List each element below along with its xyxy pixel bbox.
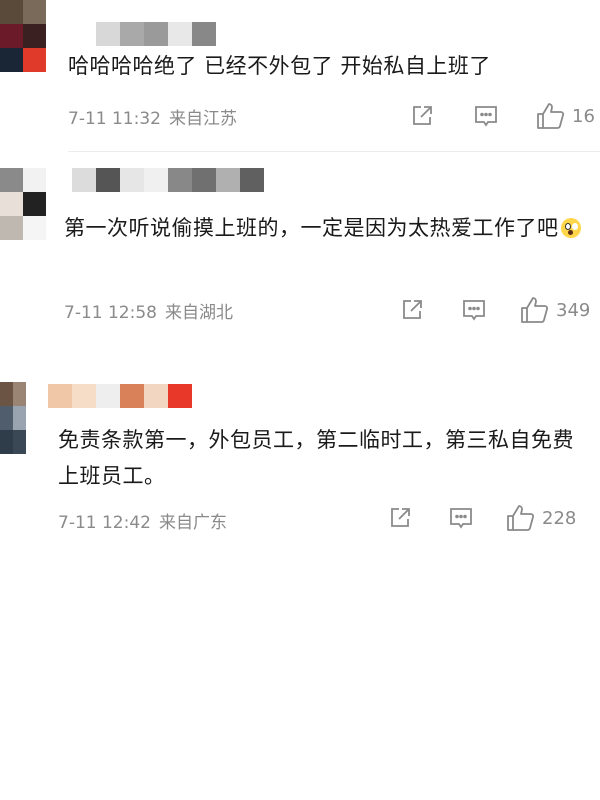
avatar[interactable] — [0, 0, 46, 72]
username-mosaic[interactable] — [48, 384, 192, 408]
username-pixel — [192, 168, 216, 192]
username-mosaic[interactable] — [72, 168, 264, 192]
comment-time: 7-11 11:32 — [68, 109, 161, 129]
username-pixel — [144, 168, 168, 192]
username-pixel — [168, 384, 192, 408]
username-pixel — [240, 168, 264, 192]
avatar-pixel — [0, 216, 23, 240]
comment-time: 7-11 12:58 — [64, 303, 157, 323]
username-pixel — [72, 168, 96, 192]
comment-reply-button[interactable] — [448, 506, 474, 530]
avatar[interactable] — [0, 382, 26, 454]
comment-text: 哈哈哈哈绝了 已经不外包了 开始私自上班了 — [68, 54, 491, 78]
username-pixel — [216, 168, 240, 192]
avatar-pixel — [13, 406, 26, 430]
avatar-pixel — [23, 168, 46, 192]
share-icon — [413, 106, 432, 125]
comment-item: 免责条款第一，外包员工，第二临时工，第三私自免费上班员工。 7-11 12:42… — [0, 362, 600, 562]
like-count: 349 — [556, 299, 591, 321]
username-mosaic[interactable] — [96, 22, 216, 46]
comment-icon — [463, 300, 485, 321]
avatar-pixel — [23, 48, 46, 72]
avatar-pixel — [0, 406, 13, 430]
avatar-pixel — [23, 24, 46, 48]
comment-location: 来自广东 — [158, 513, 227, 533]
comment-location: 来自湖北 — [164, 303, 233, 323]
comment-text-content: 第一次听说偷摸上班的，一定是因为太热爱工作了吧 — [64, 216, 559, 240]
comment-meta: 7-11 11:32 来自江苏 — [68, 104, 237, 129]
like-button[interactable]: 16 — [536, 102, 595, 130]
thumbs-up-icon — [537, 103, 565, 129]
username-pixel — [144, 22, 168, 46]
share-button[interactable] — [400, 298, 424, 322]
like-button[interactable]: 228 — [506, 504, 576, 532]
username-pixel — [120, 168, 144, 192]
astonished-face-icon — [560, 218, 581, 238]
comment-text: 免责条款第一，外包员工，第二临时工，第三私自免费上班员工。 — [58, 428, 574, 488]
username-pixel — [48, 384, 72, 408]
comment-reply-button[interactable] — [461, 298, 487, 322]
comment-item: 哈哈哈哈绝了 已经不外包了 开始私自上班了 7-11 11:32 来自江苏 16 — [0, 0, 600, 150]
avatar-pixel — [0, 382, 13, 406]
username-pixel — [168, 22, 192, 46]
avatar-pixel — [23, 216, 46, 240]
comment-item: 第一次听说偷摸上班的，一定是因为太热爱工作了吧 7-11 12:58 来自湖北 3… — [0, 152, 600, 362]
avatar-pixel — [0, 168, 23, 192]
comment-text: 第一次听说偷摸上班的，一定是因为太热爱工作了吧 — [64, 210, 588, 246]
avatar-pixel — [23, 192, 46, 216]
share-button[interactable] — [410, 104, 434, 128]
comment-meta: 7-11 12:42 来自广东 — [58, 508, 227, 533]
like-count: 228 — [542, 507, 577, 529]
comment-icon — [450, 508, 472, 529]
avatar-pixel — [13, 382, 26, 406]
username-pixel — [96, 384, 120, 408]
share-icon — [403, 300, 422, 319]
username-pixel — [168, 168, 192, 192]
comment-icon — [475, 106, 497, 127]
username-pixel — [120, 384, 144, 408]
avatar-pixel — [0, 192, 23, 216]
avatar[interactable] — [0, 168, 46, 240]
username-pixel — [120, 22, 144, 46]
username-pixel — [192, 22, 216, 46]
like-button[interactable]: 349 — [520, 296, 590, 324]
username-pixel — [72, 384, 96, 408]
username-pixel — [96, 22, 120, 46]
like-count: 16 — [572, 105, 595, 127]
share-button[interactable] — [388, 506, 412, 530]
thumbs-up-icon — [507, 505, 535, 531]
avatar-pixel — [0, 24, 23, 48]
avatar-pixel — [23, 0, 46, 24]
avatar-pixel — [0, 0, 23, 24]
comment-location: 来自江苏 — [168, 109, 237, 129]
comment-meta: 7-11 12:58 来自湖北 — [64, 298, 233, 323]
avatar-pixel — [0, 48, 23, 72]
username-pixel — [144, 384, 168, 408]
avatar-pixel — [0, 430, 13, 454]
share-icon — [391, 508, 410, 527]
thumbs-up-icon — [521, 297, 549, 323]
comment-reply-button[interactable] — [473, 104, 499, 128]
avatar-pixel — [13, 430, 26, 454]
username-pixel — [96, 168, 120, 192]
comment-time: 7-11 12:42 — [58, 513, 151, 533]
